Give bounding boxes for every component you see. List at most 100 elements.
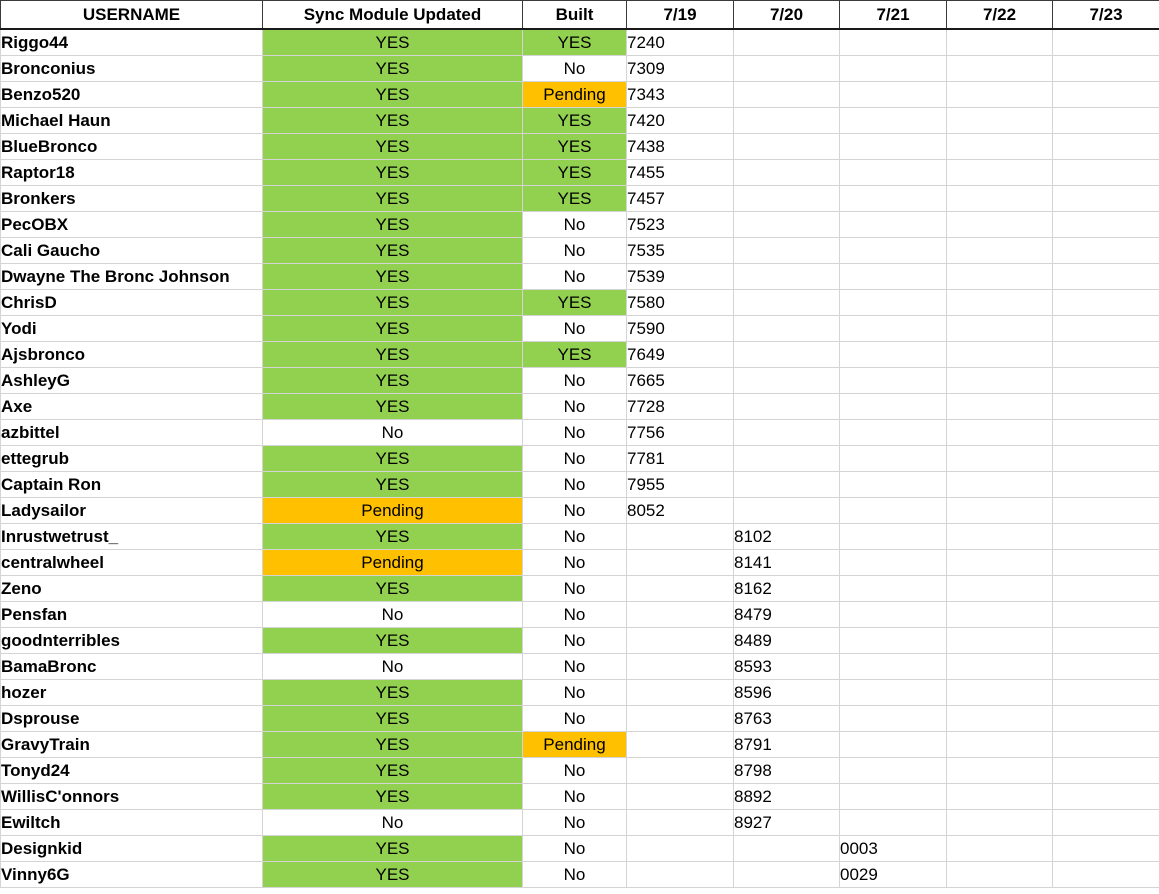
username-cell[interactable]: Cali Gaucho <box>0 237 263 264</box>
date-5-cell[interactable] <box>1052 575 1159 602</box>
sync-status-cell[interactable]: YES <box>262 107 523 134</box>
table-row[interactable]: Captain Ron YES No 7955 <box>0 471 1159 498</box>
date-2-cell[interactable] <box>733 419 840 446</box>
username-cell[interactable]: centralwheel <box>0 549 263 576</box>
username-cell[interactable]: Bronconius <box>0 55 263 82</box>
built-status-cell[interactable]: No <box>522 523 627 550</box>
date-4-cell[interactable] <box>946 289 1053 316</box>
date-2-cell[interactable]: 8102 <box>733 523 840 550</box>
username-cell[interactable]: AshleyG <box>0 367 263 394</box>
built-status-cell[interactable]: No <box>522 861 627 888</box>
date-1-cell[interactable]: 7420 <box>626 107 734 134</box>
username-cell[interactable]: BlueBronco <box>0 133 263 160</box>
date-5-cell[interactable] <box>1052 471 1159 498</box>
date-3-cell[interactable] <box>839 705 947 732</box>
table-row[interactable]: Inrustwetrust_ YES No 8102 <box>0 523 1159 550</box>
date-2-cell[interactable] <box>733 471 840 498</box>
date-2-cell[interactable] <box>733 28 840 56</box>
date-4-cell[interactable] <box>946 757 1053 784</box>
header-date-2[interactable]: 7/20 <box>733 0 840 30</box>
date-2-cell[interactable] <box>733 861 840 888</box>
table-row[interactable]: Designkid YES No 0003 <box>0 835 1159 862</box>
date-5-cell[interactable] <box>1052 627 1159 654</box>
date-3-cell[interactable] <box>839 783 947 810</box>
table-row[interactable]: BlueBronco YES YES 7438 <box>0 133 1159 160</box>
date-3-cell[interactable] <box>839 731 947 758</box>
date-2-cell[interactable] <box>733 263 840 290</box>
sync-status-cell[interactable]: No <box>262 809 523 836</box>
date-5-cell[interactable] <box>1052 549 1159 576</box>
built-status-cell[interactable]: No <box>522 705 627 732</box>
date-3-cell[interactable] <box>839 757 947 784</box>
date-5-cell[interactable] <box>1052 28 1159 56</box>
username-cell[interactable]: Dwayne The Bronc Johnson <box>0 263 263 290</box>
built-status-cell[interactable]: No <box>522 757 627 784</box>
date-2-cell[interactable]: 8593 <box>733 653 840 680</box>
sync-status-cell[interactable]: YES <box>262 185 523 212</box>
date-3-cell[interactable] <box>839 653 947 680</box>
built-status-cell[interactable]: YES <box>522 28 627 56</box>
table-row[interactable]: Vinny6G YES No 0029 <box>0 861 1159 888</box>
header-sync-module-updated[interactable]: Sync Module Updated <box>262 0 523 30</box>
built-status-cell[interactable]: No <box>522 835 627 862</box>
date-3-cell[interactable] <box>839 497 947 524</box>
sync-status-cell[interactable]: YES <box>262 393 523 420</box>
sync-status-cell[interactable]: YES <box>262 575 523 602</box>
date-2-cell[interactable]: 8141 <box>733 549 840 576</box>
date-1-cell[interactable]: 7580 <box>626 289 734 316</box>
date-5-cell[interactable] <box>1052 81 1159 108</box>
sync-status-cell[interactable]: No <box>262 601 523 628</box>
table-row[interactable]: Ajsbronco YES YES 7649 <box>0 341 1159 368</box>
username-cell[interactable]: ChrisD <box>0 289 263 316</box>
date-5-cell[interactable] <box>1052 289 1159 316</box>
date-2-cell[interactable]: 8927 <box>733 809 840 836</box>
date-1-cell[interactable]: 7240 <box>626 28 734 56</box>
table-row[interactable]: centralwheel Pending No 8141 <box>0 549 1159 576</box>
date-5-cell[interactable] <box>1052 523 1159 550</box>
date-4-cell[interactable] <box>946 601 1053 628</box>
date-5-cell[interactable] <box>1052 601 1159 628</box>
table-row[interactable]: WillisC'onnors YES No 8892 <box>0 783 1159 810</box>
date-1-cell[interactable]: 7590 <box>626 315 734 342</box>
sync-status-cell[interactable]: YES <box>262 861 523 888</box>
table-row[interactable]: GravyTrain YES Pending 8791 <box>0 731 1159 758</box>
date-1-cell[interactable] <box>626 549 734 576</box>
username-cell[interactable]: Vinny6G <box>0 861 263 888</box>
date-3-cell[interactable] <box>839 237 947 264</box>
date-3-cell[interactable] <box>839 159 947 186</box>
built-status-cell[interactable]: No <box>522 263 627 290</box>
built-status-cell[interactable]: No <box>522 55 627 82</box>
sync-status-cell[interactable]: YES <box>262 289 523 316</box>
header-username[interactable]: USERNAME <box>0 0 263 30</box>
date-4-cell[interactable] <box>946 783 1053 810</box>
date-5-cell[interactable] <box>1052 757 1159 784</box>
built-status-cell[interactable]: No <box>522 393 627 420</box>
date-5-cell[interactable] <box>1052 731 1159 758</box>
sync-status-cell[interactable]: No <box>262 419 523 446</box>
date-2-cell[interactable] <box>733 289 840 316</box>
sync-status-cell[interactable]: YES <box>262 341 523 368</box>
table-row[interactable]: Dwayne The Bronc Johnson YES No 7539 <box>0 263 1159 290</box>
built-status-cell[interactable]: No <box>522 653 627 680</box>
date-5-cell[interactable] <box>1052 393 1159 420</box>
date-1-cell[interactable]: 7649 <box>626 341 734 368</box>
table-row[interactable]: Pensfan No No 8479 <box>0 601 1159 628</box>
date-5-cell[interactable] <box>1052 185 1159 212</box>
date-1-cell[interactable] <box>626 731 734 758</box>
date-3-cell[interactable] <box>839 81 947 108</box>
table-row[interactable]: Ewiltch No No 8927 <box>0 809 1159 836</box>
date-2-cell[interactable]: 8763 <box>733 705 840 732</box>
sync-status-cell[interactable]: No <box>262 653 523 680</box>
date-3-cell[interactable] <box>839 575 947 602</box>
built-status-cell[interactable]: No <box>522 315 627 342</box>
date-5-cell[interactable] <box>1052 861 1159 888</box>
username-cell[interactable]: goodnterribles <box>0 627 263 654</box>
date-3-cell[interactable] <box>839 315 947 342</box>
date-2-cell[interactable] <box>733 367 840 394</box>
table-row[interactable]: Benzo520 YES Pending 7343 <box>0 81 1159 108</box>
date-5-cell[interactable] <box>1052 679 1159 706</box>
table-row[interactable]: Michael Haun YES YES 7420 <box>0 107 1159 134</box>
table-row[interactable]: PecOBX YES No 7523 <box>0 211 1159 238</box>
built-status-cell[interactable]: Pending <box>522 81 627 108</box>
built-status-cell[interactable]: No <box>522 237 627 264</box>
